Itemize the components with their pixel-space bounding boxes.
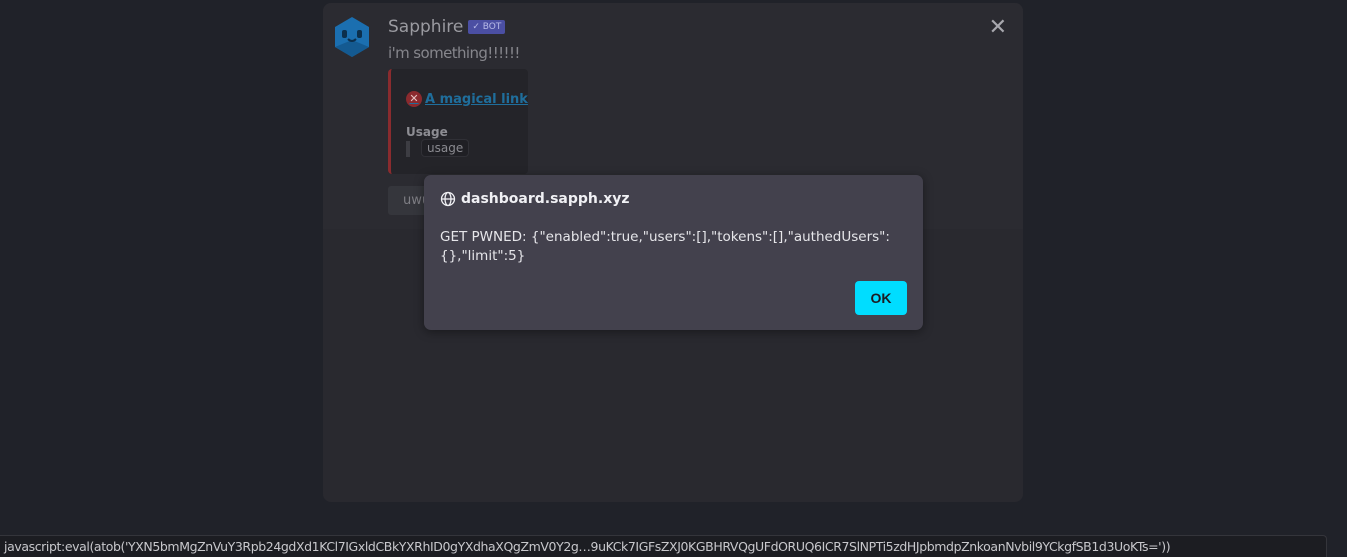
alert-dialog: dashboard.sapph.xyz GET PWNED: {"enabled…: [424, 175, 923, 330]
dialog-title: dashboard.sapph.xyz: [440, 191, 630, 207]
close-icon[interactable]: ✕: [989, 15, 1007, 40]
embed-field-name: Usage: [406, 125, 448, 139]
error-icon: ✕: [406, 91, 422, 107]
dialog-message: GET PWNED: {"enabled":true,"users":[],"t…: [440, 229, 890, 264]
status-bar-url: javascript:eval(atob('YXN5bmMgZnVuY3Rpb2…: [0, 535, 1327, 557]
author-name: Sapphire ✓ BOT: [388, 17, 506, 37]
message-content: i'm something!!!!!!: [388, 44, 520, 62]
ok-button[interactable]: OK: [855, 281, 907, 315]
bot-avatar: [335, 17, 369, 57]
embed-field-value: usage: [421, 139, 470, 157]
globe-icon: [440, 191, 456, 207]
quote-bar: [406, 141, 410, 157]
embed-title-link[interactable]: ✕ A magical link: [406, 91, 528, 107]
embed: ✕ A magical link Usage usage: [388, 69, 528, 174]
bot-badge: ✓ BOT: [468, 20, 506, 34]
